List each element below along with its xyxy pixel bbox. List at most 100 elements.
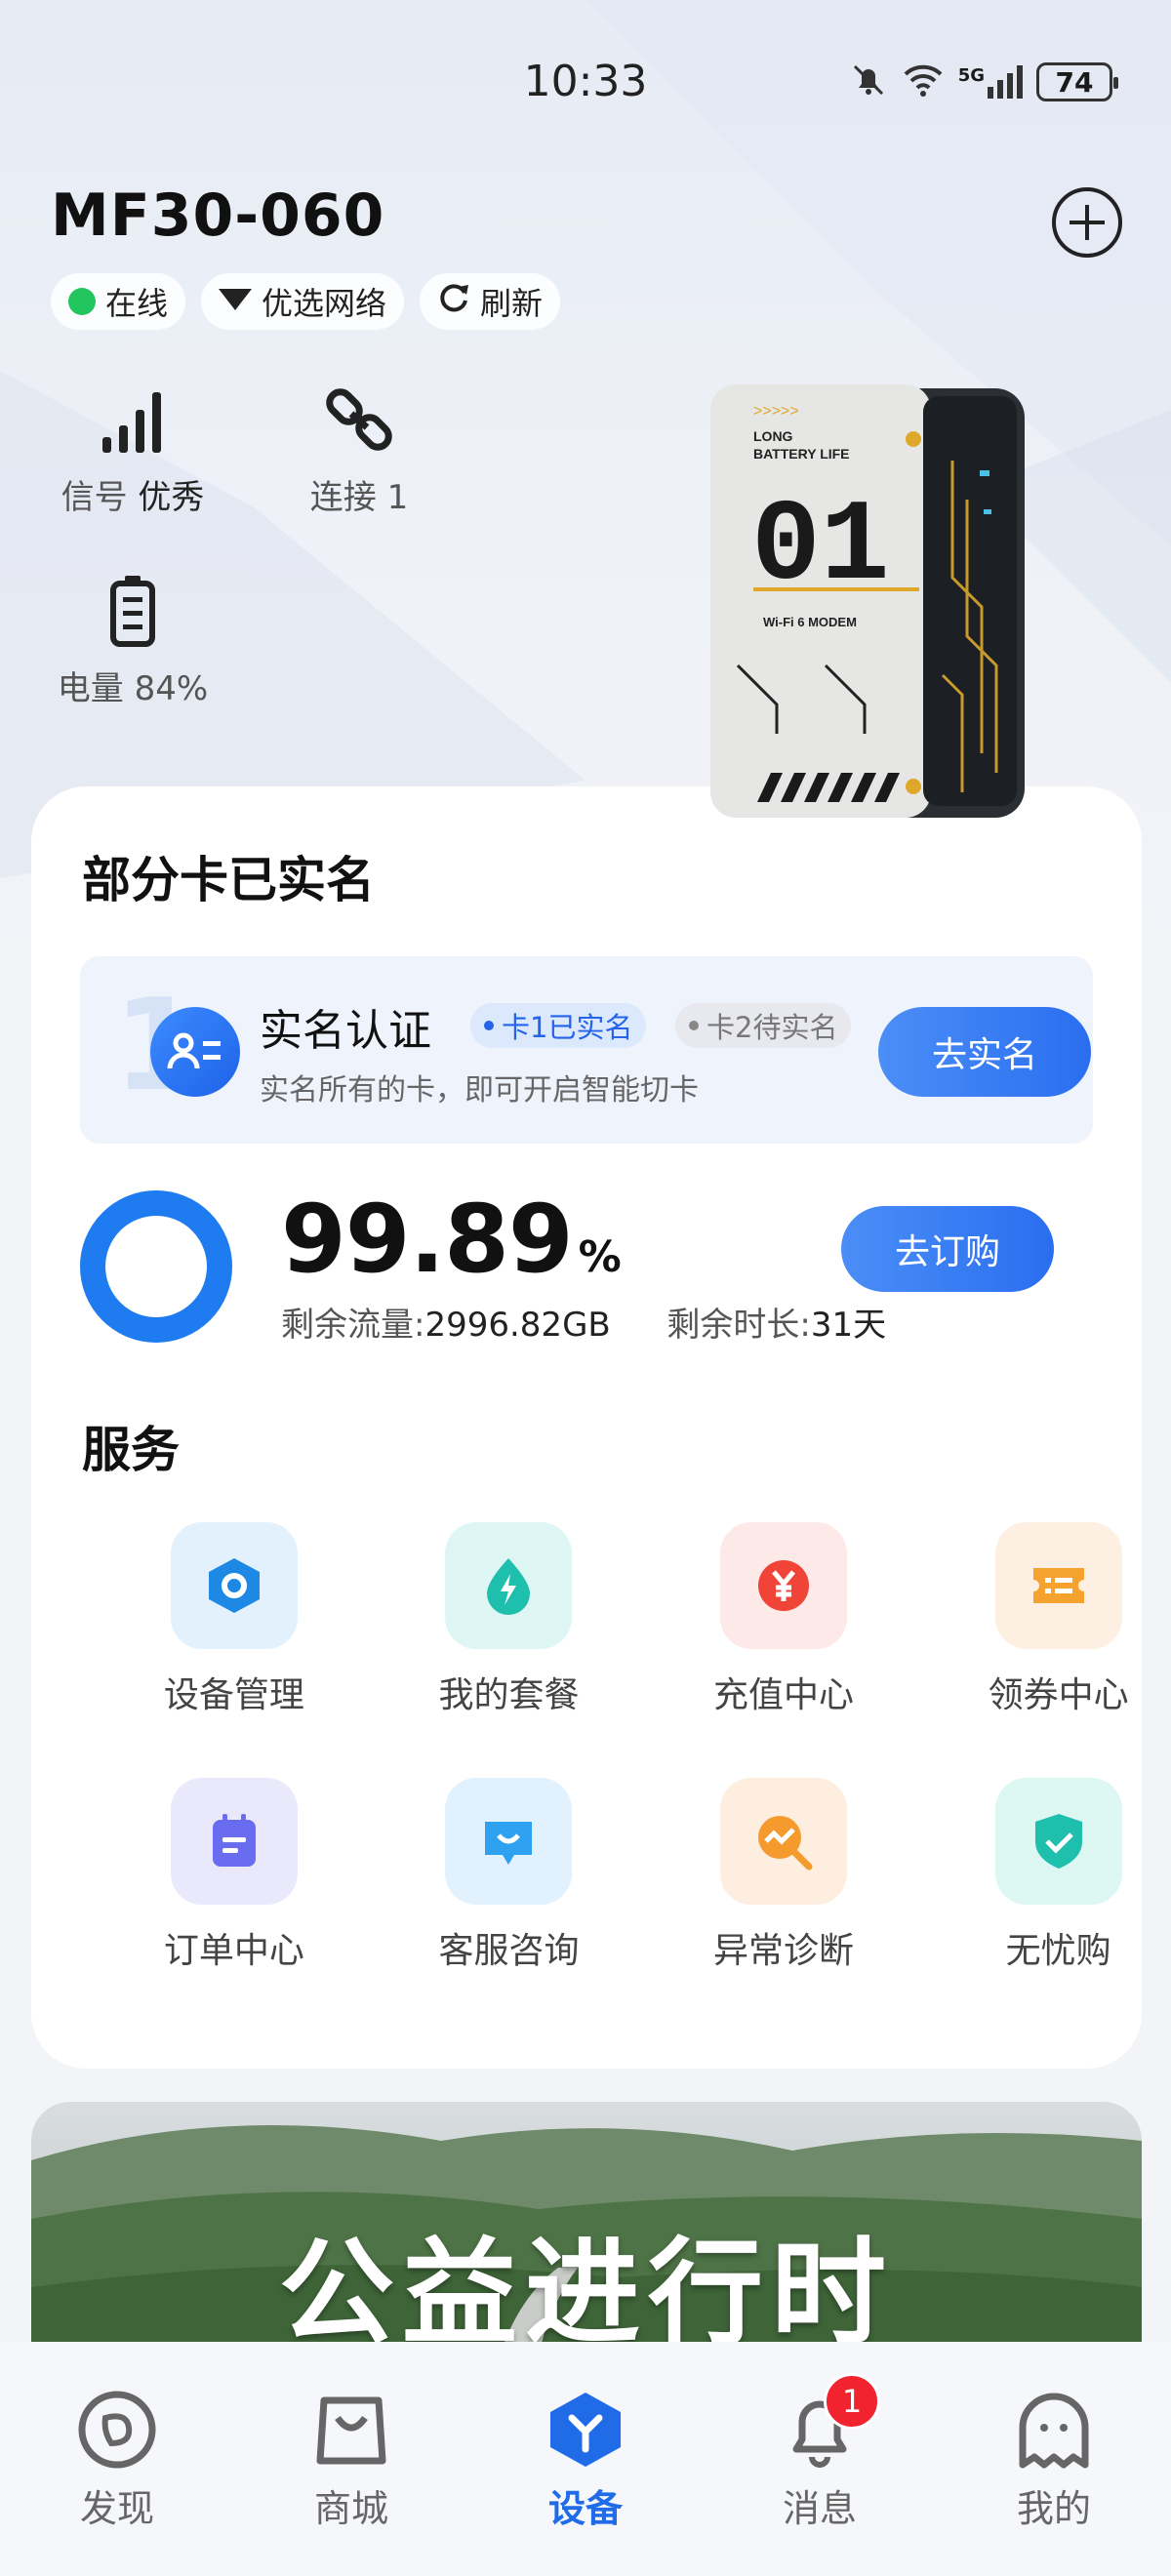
data-percent: 99.89%	[281, 1185, 622, 1294]
service-label: 订单中心	[163, 1931, 304, 1971]
go-order-button[interactable]: 去订购	[841, 1206, 1054, 1292]
service-label: 无忧购	[1005, 1931, 1111, 1971]
cellular-signal-icon: 5G	[958, 65, 1023, 99]
signal-value: 优秀	[138, 478, 205, 517]
device-image-text-1: LONG	[753, 428, 793, 444]
signal-bars-icon	[55, 379, 211, 457]
coupon-icon	[994, 1522, 1122, 1649]
charity-banner[interactable]: 公益进行时	[31, 2102, 1142, 2355]
bottom-nav: 发现 商城 设备 1 消息 我的	[0, 2342, 1171, 2576]
network-type-label: 5G	[957, 65, 985, 86]
service-label: 领券中心	[988, 1675, 1129, 1715]
bell-icon: 1	[742, 2373, 898, 2473]
add-device-button[interactable]	[1052, 187, 1122, 258]
online-label: 在线	[105, 285, 169, 322]
data-percent-unit: %	[578, 1232, 622, 1282]
shield-check-icon	[994, 1778, 1122, 1905]
battery-indicator: 74	[1036, 62, 1118, 101]
connection-stat: 连接 1	[281, 379, 437, 518]
profile-icon	[976, 2387, 1132, 2473]
banner-title: 公益进行时	[278, 2225, 894, 2355]
network-triangle-icon	[219, 283, 253, 320]
device-image-text-3: Wi-Fi 6 MODEM	[763, 615, 857, 629]
shop-bag-icon	[273, 2387, 429, 2473]
main-card: 部分卡已实名 1 实名认证 卡1已实名 卡2待实名 实名所有的卡，即可开启智能切…	[31, 786, 1142, 2069]
go-realname-button[interactable]: 去实名	[878, 1007, 1091, 1097]
nav-shop[interactable]: 商城	[273, 2387, 429, 2532]
card-title: 部分卡已实名	[82, 852, 375, 908]
card2-pending-tag: 卡2待实名	[675, 1003, 852, 1048]
service-item-1[interactable]: 设备管理	[137, 1522, 332, 1717]
realname-banner[interactable]: 1 实名认证 卡1已实名 卡2待实名 实名所有的卡，即可开启智能切卡 去实名	[80, 956, 1093, 1144]
network-select-chip[interactable]: 优选网络	[201, 273, 405, 330]
device-image-text-2: BATTERY LIFE	[753, 446, 850, 462]
realname-id-icon	[150, 1007, 240, 1097]
mute-bell-icon	[849, 60, 888, 103]
usage-details: 剩余流量:2996.82GB 剩余时长:31天	[281, 1298, 886, 1346]
online-dot-icon	[68, 288, 96, 315]
device-status-chips: 在线 优选网络 刷新	[51, 273, 561, 330]
device-manage-icon	[170, 1522, 298, 1649]
service-item-7[interactable]: 异常诊断	[686, 1778, 881, 1973]
data-remaining-value: 2996.82GB	[424, 1306, 611, 1345]
battery-stat: 电量 84%	[55, 570, 211, 709]
data-remaining-ring	[80, 1190, 232, 1343]
connection-count: 连接 1	[309, 478, 409, 517]
card1-verified-tag: 卡1已实名	[470, 1003, 647, 1048]
device-name: MF30-060	[51, 181, 385, 250]
service-label: 充值中心	[713, 1675, 855, 1715]
realname-title: 实名认证	[260, 1006, 431, 1056]
nav-shop-label: 商城	[313, 2487, 388, 2530]
service-item-6[interactable]: 客服咨询	[411, 1778, 606, 1973]
realname-subtitle: 实名所有的卡，即可开启智能切卡	[260, 1073, 699, 1107]
service-label: 客服咨询	[438, 1931, 580, 1971]
device-image-number: 01	[751, 483, 890, 613]
refresh-chip[interactable]: 刷新	[420, 273, 561, 330]
services-title: 服务	[82, 1422, 180, 1478]
signal-stat: 信号 优秀	[55, 379, 211, 518]
device-icon	[507, 2387, 664, 2473]
online-status-chip: 在线	[51, 273, 186, 330]
message-badge: 1	[824, 2373, 880, 2430]
service-item-5[interactable]: 订单中心	[137, 1778, 332, 1973]
service-item-8[interactable]: 无忧购	[961, 1778, 1156, 1973]
service-label: 设备管理	[163, 1675, 304, 1715]
device-image: LONG BATTERY LIFE >>>>> 01 Wi-Fi 6 MODEM	[708, 382, 1030, 824]
wifi-icon	[902, 60, 945, 103]
recharge-icon	[720, 1522, 848, 1649]
plan-icon	[445, 1522, 573, 1649]
service-chat-icon	[445, 1778, 573, 1905]
service-label: 我的套餐	[438, 1675, 580, 1715]
network-label: 优选网络	[262, 285, 387, 322]
nav-device-label: 设备	[547, 2487, 623, 2530]
signal-key: 信号	[61, 478, 128, 517]
service-label: 异常诊断	[713, 1931, 855, 1971]
data-remaining-key: 剩余流量:	[281, 1306, 425, 1345]
link-icon	[281, 379, 437, 457]
nav-profile-label: 我的	[1016, 2487, 1091, 2530]
diagnose-icon	[720, 1778, 848, 1905]
time-remaining-value: 31天	[810, 1306, 887, 1345]
service-item-2[interactable]: 我的套餐	[411, 1522, 606, 1717]
nav-discover[interactable]: 发现	[39, 2387, 195, 2532]
card1-verified-label: 卡1已实名	[502, 1011, 633, 1044]
nav-device[interactable]: 设备	[507, 2387, 664, 2532]
battery-level-label: 电量 84%	[57, 669, 209, 708]
refresh-label: 刷新	[480, 285, 544, 322]
nav-discover-label: 发现	[79, 2487, 154, 2530]
nav-messages-label: 消息	[782, 2487, 857, 2530]
discover-icon	[39, 2387, 195, 2473]
order-icon	[170, 1778, 298, 1905]
service-item-4[interactable]: 领券中心	[961, 1522, 1156, 1717]
card2-pending-label: 卡2待实名	[707, 1011, 838, 1044]
time-remaining-key: 剩余时长:	[666, 1306, 811, 1345]
data-percent-value: 99.89	[281, 1185, 574, 1294]
svg-text:>>>>>: >>>>>	[753, 403, 799, 420]
battery-icon	[55, 570, 211, 648]
refresh-icon	[437, 281, 470, 322]
nav-messages[interactable]: 1 消息	[742, 2373, 898, 2532]
nav-profile[interactable]: 我的	[976, 2387, 1132, 2532]
status-bar: 10:33 5G 74	[0, 0, 1171, 176]
status-icons: 5G 74	[849, 60, 1118, 103]
service-item-3[interactable]: 充值中心	[686, 1522, 881, 1717]
